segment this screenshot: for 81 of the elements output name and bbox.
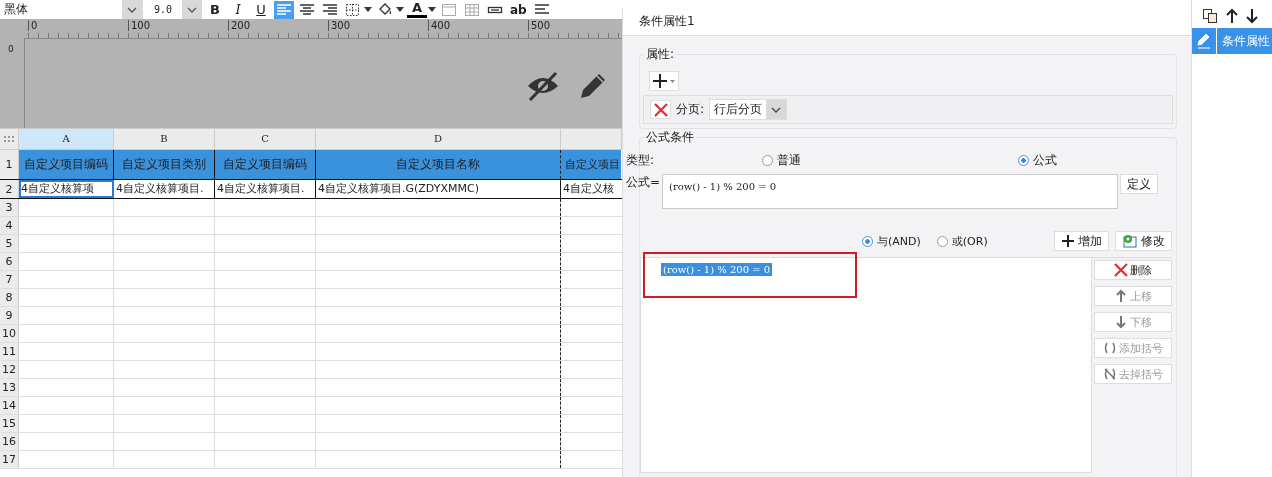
table-cell: 自定义项目编码 xyxy=(19,150,114,179)
ruler-label: 200 xyxy=(228,20,251,31)
underline-button[interactable]: U xyxy=(251,0,271,19)
delete-button[interactable]: 删除 xyxy=(1094,260,1172,280)
up-arrow-icon xyxy=(1114,289,1128,303)
dialog-title: 条件属性1 xyxy=(623,8,1191,36)
bold-button[interactable]: B xyxy=(205,0,225,19)
row-header[interactable]: 13 xyxy=(0,379,19,396)
column-header[interactable]: D xyxy=(316,129,561,149)
define-button[interactable]: 定义 xyxy=(1120,174,1159,194)
row-header[interactable]: 12 xyxy=(0,361,19,378)
type-radio[interactable]: 普通 xyxy=(762,151,1018,169)
row-header[interactable]: 1 xyxy=(0,150,19,179)
caret-icon xyxy=(127,6,137,13)
text-button[interactable]: ab xyxy=(508,0,529,19)
logic-radio[interactable]: 与(AND) xyxy=(862,233,921,249)
logic-radio[interactable]: 或(OR) xyxy=(936,233,988,249)
caret-icon[interactable] xyxy=(364,7,372,12)
dots-icon xyxy=(4,136,14,142)
table-cell: 4自定义核算项目. xyxy=(114,180,215,198)
row-header[interactable]: 11 xyxy=(0,343,19,360)
formula-field[interactable]: (row() - 1) % 200 = 0 xyxy=(662,174,1119,209)
type-label: 类型: xyxy=(626,151,656,169)
table-cell: 自定义项目编码 xyxy=(215,150,316,179)
add-property-button[interactable] xyxy=(649,71,679,91)
remove-property-button[interactable] xyxy=(650,100,671,119)
row-header[interactable]: 8 xyxy=(0,289,19,306)
plus-icon xyxy=(1061,234,1075,248)
table-cell: 4自定义核算项 xyxy=(19,180,114,198)
caret-icon xyxy=(771,106,782,113)
row-header[interactable]: 7 xyxy=(0,271,19,288)
column-header[interactable]: A xyxy=(19,129,114,149)
row-header[interactable]: 10 xyxy=(0,325,19,342)
column-header[interactable]: B xyxy=(114,129,215,149)
page-break-label: 分页: xyxy=(676,101,705,118)
hidden-eye-icon[interactable] xyxy=(526,71,560,101)
copy-icon[interactable] xyxy=(1202,8,1218,24)
ruler-label: 100 xyxy=(128,20,151,31)
ruler-label: 0 xyxy=(28,20,38,31)
group-title: 公式条件 xyxy=(644,129,696,146)
row-header[interactable]: 3 xyxy=(0,199,19,216)
font-size-select[interactable]: 9.0 xyxy=(150,0,202,19)
caret-icon[interactable] xyxy=(396,7,404,12)
table-cell: 自定义项目类别 xyxy=(114,150,215,179)
close-icon xyxy=(1114,263,1128,277)
caret-icon[interactable] xyxy=(428,7,436,12)
bracket-icon xyxy=(1103,341,1117,355)
down-arrow-icon xyxy=(1114,315,1128,329)
row-header[interactable]: 15 xyxy=(0,415,19,432)
modify-button[interactable]: 修改 xyxy=(1115,231,1172,251)
add-button[interactable]: 增加 xyxy=(1054,231,1109,251)
move-down-icon[interactable] xyxy=(1246,8,1258,24)
caret-icon xyxy=(187,6,197,13)
italic-button[interactable]: I xyxy=(228,0,248,19)
row-header[interactable]: 4 xyxy=(0,217,19,234)
row-header[interactable]: 5 xyxy=(0,235,19,252)
page-break-select[interactable]: 行后分页 xyxy=(709,99,788,120)
type-radio[interactable]: 公式 xyxy=(1018,151,1057,169)
row-header[interactable]: 6 xyxy=(0,253,19,270)
formula-label: 公式= xyxy=(626,174,661,191)
group-title: 属性: xyxy=(644,46,677,63)
align-left-button[interactable] xyxy=(274,0,294,19)
bracket-icon xyxy=(1103,367,1117,381)
table-cell: 4自定义核算项目.G(ZDYXMMC) xyxy=(316,180,561,198)
table-cell: 4自定义核算项目. xyxy=(215,180,316,198)
ruler-label: 500 xyxy=(528,20,551,31)
row-header[interactable]: 16 xyxy=(0,433,19,450)
move-up-icon[interactable] xyxy=(1226,8,1238,24)
pencil-icon xyxy=(1195,32,1213,50)
table-cell: 自定义项目 xyxy=(560,150,621,179)
table-cell: 4自定义核 xyxy=(560,180,621,198)
row-header[interactable]: 9 xyxy=(0,307,19,324)
pencil-icon[interactable] xyxy=(578,71,608,101)
row-header[interactable]: 14 xyxy=(0,397,19,414)
ruler-label: 0 xyxy=(8,44,14,54)
row-header[interactable]: 2 xyxy=(0,180,19,198)
column-header[interactable]: C xyxy=(215,129,316,149)
ruler-label: 300 xyxy=(328,20,351,31)
row-header[interactable]: 17 xyxy=(0,451,19,468)
table-cell: 自定义项目名称 xyxy=(316,150,561,179)
ruler-label: 400 xyxy=(428,20,451,31)
